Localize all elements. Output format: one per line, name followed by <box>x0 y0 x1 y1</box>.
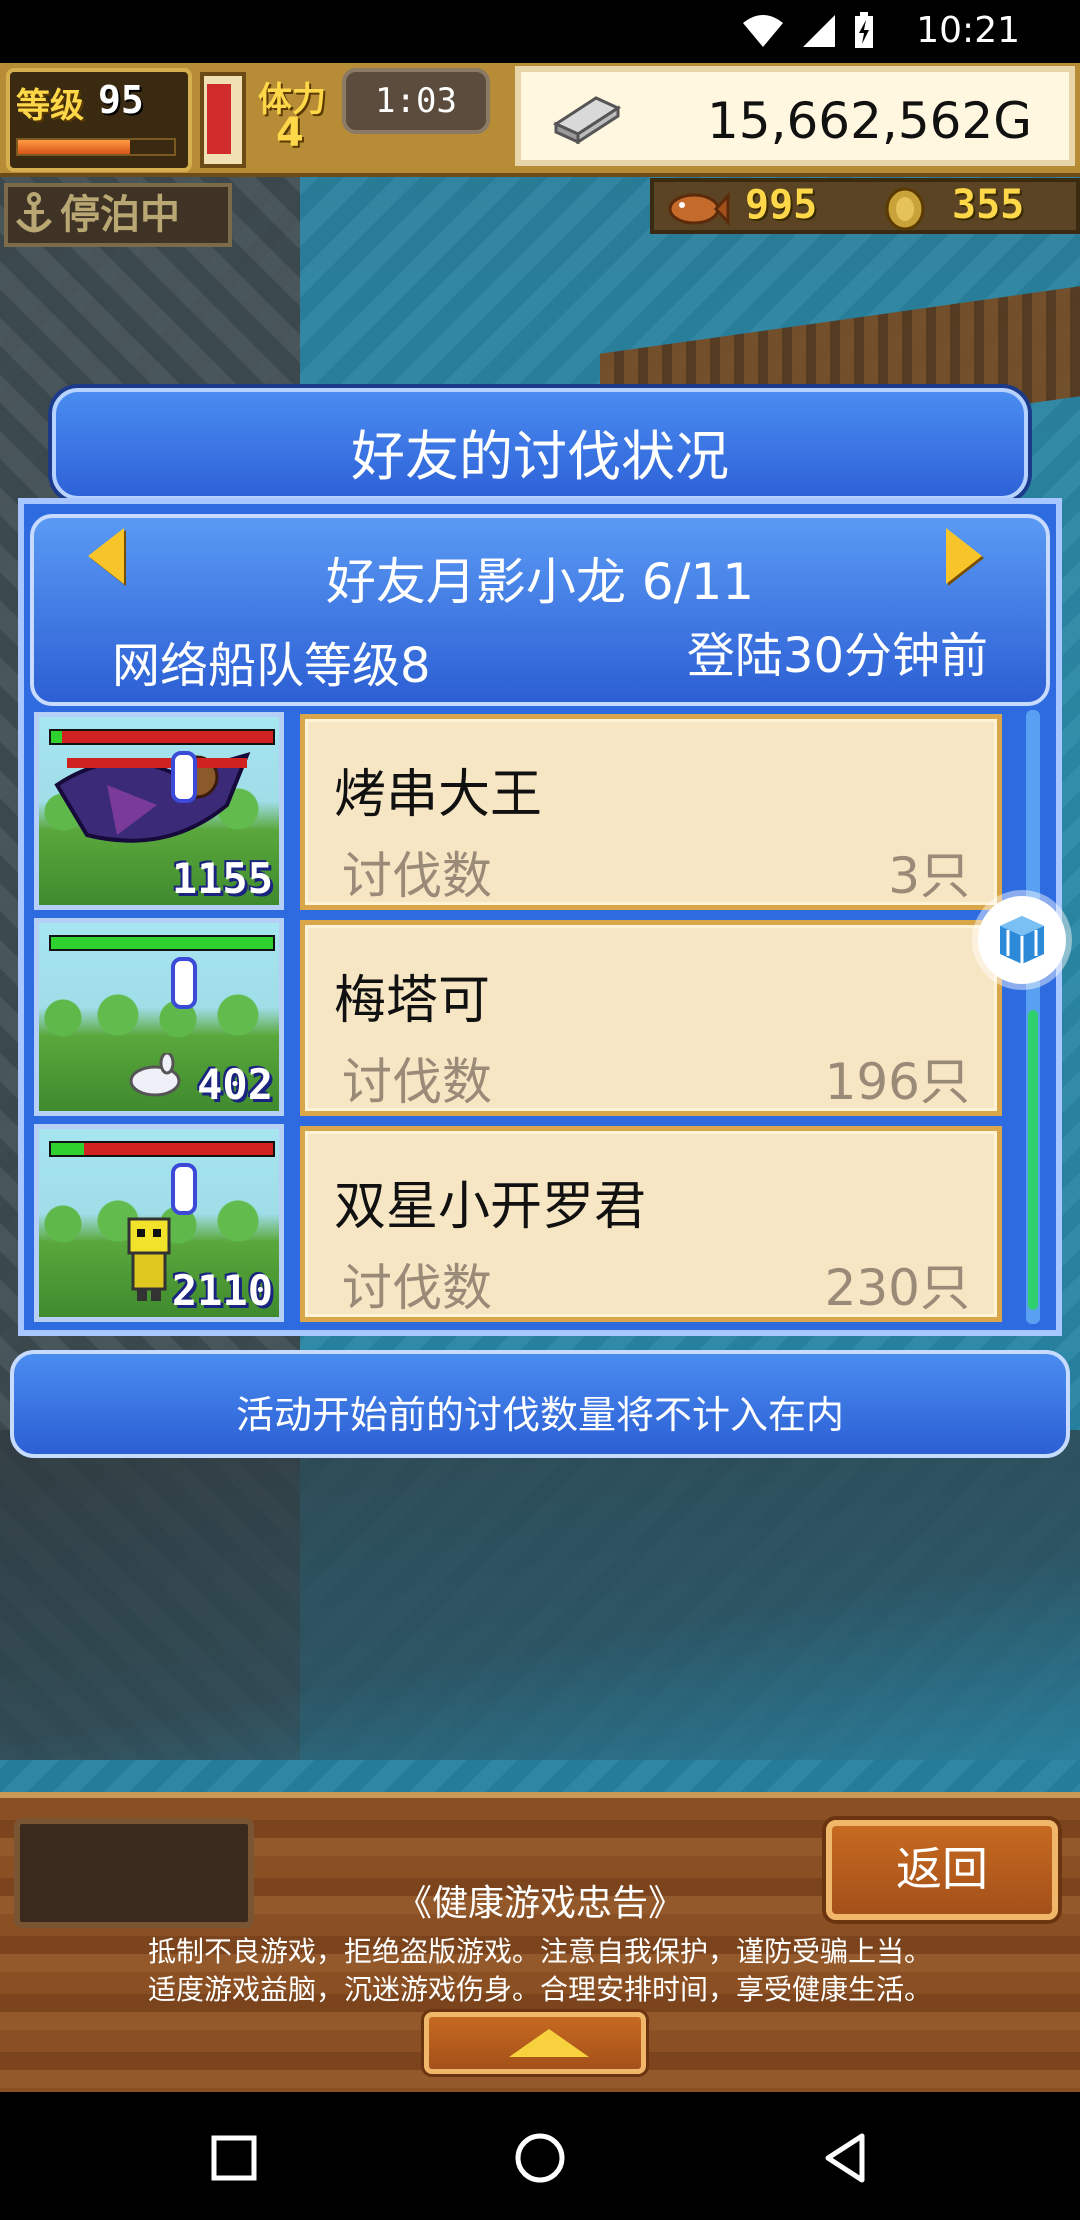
monster-name: 梅塔可 <box>334 971 491 1031</box>
floating-assistant-button[interactable] <box>978 896 1066 984</box>
nav-back-icon[interactable] <box>816 2128 876 2188</box>
status-bar: 10:21 <box>0 0 1080 63</box>
monster-name: 双星小开罗君 <box>334 1177 647 1237</box>
health-notice-line1: 抵制不良游戏，拒绝盗版游戏。注意自我保护，谨防受骗上当。 <box>147 1935 932 1968</box>
hp-fill <box>51 731 62 743</box>
kill-count-label: 讨伐数 <box>342 1053 492 1111</box>
level-value: 95 <box>98 78 144 122</box>
footnote: 活动开始前的讨伐数量将不计入在内 <box>235 1393 844 1437</box>
stamina-value: 4 <box>276 110 304 156</box>
friend-name: 好友月影小龙 6/11 <box>325 553 755 611</box>
monster-thumbnail[interactable]: 2110 <box>34 1124 284 1322</box>
tree-decoration <box>43 993 275 1043</box>
kill-count-label: 讨伐数 <box>342 847 492 905</box>
alert-icon <box>171 957 197 1009</box>
stamina-fill <box>207 84 231 154</box>
monster-sprite <box>127 1217 171 1301</box>
exp-fill <box>18 140 130 154</box>
nav-home-icon[interactable] <box>510 2128 570 2188</box>
clock: 10:21 <box>916 10 1020 51</box>
health-notice-title: 《健康游戏忠告》 <box>395 1883 684 1924</box>
anchor-icon <box>16 192 52 233</box>
ship-hull <box>0 1430 1080 1760</box>
login-time: 登陆30分钟前 <box>686 628 988 684</box>
monster-sprite <box>129 1053 181 1097</box>
cube-icon <box>1000 916 1044 964</box>
signal-icon <box>803 15 835 47</box>
fleet-level: 网络船队等级8 <box>112 638 431 694</box>
kill-count-value: 196只 <box>824 1053 970 1111</box>
kill-count-label: 讨伐数 <box>342 1259 492 1317</box>
stamina-timer: 1:03 <box>342 68 490 134</box>
wifi-icon <box>743 15 783 47</box>
monster-count: 402 <box>197 1060 273 1109</box>
monster-count: 1155 <box>171 854 273 903</box>
status-icons <box>741 12 875 50</box>
monster-count: 2110 <box>171 1266 273 1315</box>
triangle-up-icon <box>509 2029 589 2057</box>
expand-menu-button[interactable] <box>424 2012 646 2074</box>
hp-fill <box>51 937 273 949</box>
monster-name: 烤串大王 <box>334 765 543 825</box>
health-notice-line2: 适度游戏益脑，沉迷游戏伤身。合理安排时间，享受健康生活。 <box>147 1973 932 2006</box>
money-value: 15,662,562G <box>706 92 1032 150</box>
hp-fill <box>51 1143 84 1155</box>
silver-bar-icon <box>552 96 622 144</box>
monster-thumbnail[interactable]: 402 <box>34 918 284 1116</box>
alert-icon <box>171 751 197 803</box>
alert-icon <box>171 1163 197 1215</box>
coin-count: 355 <box>952 182 1025 228</box>
kill-count-value: 230只 <box>824 1259 970 1317</box>
nav-recents-icon[interactable] <box>204 2128 264 2188</box>
navigation-bar <box>0 2092 1080 2220</box>
level-label: 等级 <box>16 86 84 126</box>
dialog-title: 好友的讨伐状况 <box>351 425 729 488</box>
kill-count-value: 3只 <box>888 847 970 905</box>
coin-icon <box>885 187 925 231</box>
monster-thumbnail[interactable]: 1155 <box>34 712 284 910</box>
fish-count: 995 <box>745 182 818 228</box>
hp-bar <box>49 729 275 745</box>
battery-icon <box>855 12 873 48</box>
scrollbar-thumb[interactable] <box>1028 1010 1038 1310</box>
fish-icon <box>668 192 730 226</box>
monster-sprite <box>54 751 251 843</box>
